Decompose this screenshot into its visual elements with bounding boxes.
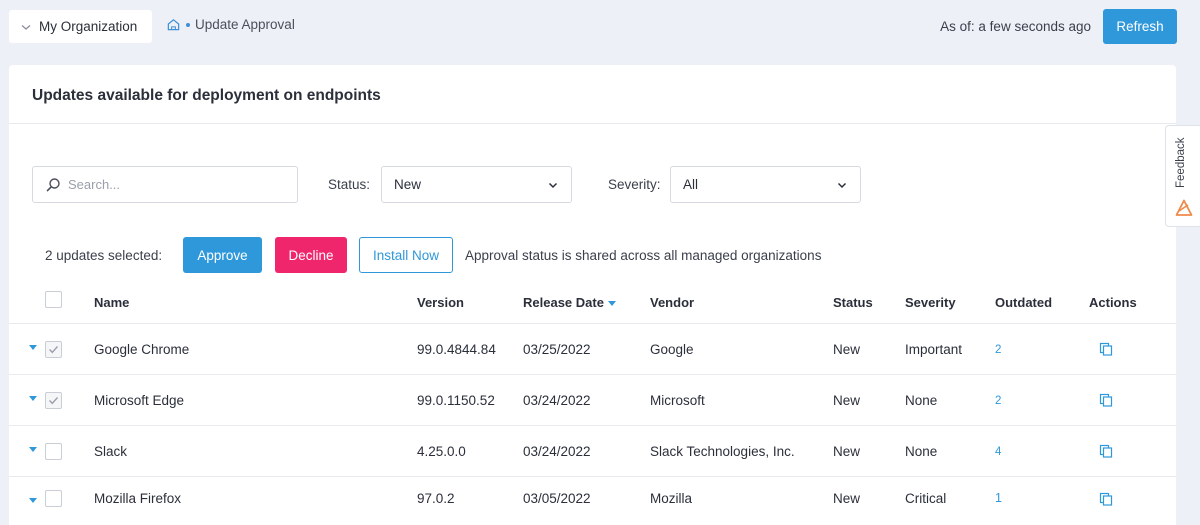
cell-severity: Important <box>905 342 963 357</box>
severity-filter-select[interactable]: All <box>670 166 861 203</box>
top-bar: My Organization Update Approval As of: a… <box>0 0 1200 54</box>
cell-name: Slack <box>94 444 128 459</box>
copy-icon[interactable] <box>1099 393 1113 407</box>
cell-status: New <box>833 491 861 506</box>
home-icon[interactable] <box>166 17 181 32</box>
breadcrumb: Update Approval <box>166 17 295 32</box>
cell-version: 4.25.0.0 <box>417 444 466 459</box>
cell-name: Mozilla Firefox <box>94 491 182 506</box>
expand-row-icon[interactable] <box>29 447 37 452</box>
copy-icon[interactable] <box>1099 492 1113 506</box>
checkmark-icon <box>49 346 59 354</box>
column-header-vendor[interactable]: Vendor <box>650 295 694 310</box>
status-filter-value: New <box>394 177 422 192</box>
table-row[interactable]: Google Chrome 99.0.4844.84 03/25/2022 Go… <box>9 324 1176 375</box>
card-title: Updates available for deployment on endp… <box>9 65 1176 124</box>
column-header-version[interactable]: Version <box>417 295 464 310</box>
column-header-name[interactable]: Name <box>94 295 129 310</box>
table-row[interactable]: Slack 4.25.0.0 03/24/2022 Slack Technolo… <box>9 426 1176 477</box>
cell-vendor: Microsoft <box>650 393 705 408</box>
column-header-severity[interactable]: Severity <box>905 295 956 310</box>
sort-desc-icon <box>607 301 616 307</box>
cell-status: New <box>833 444 861 459</box>
row-checkbox[interactable] <box>45 341 62 358</box>
cell-name: Google Chrome <box>94 342 190 357</box>
release-date-label: Release Date <box>523 295 604 310</box>
column-header-outdated[interactable]: Outdated <box>995 295 1052 310</box>
cell-name: Microsoft Edge <box>94 393 185 408</box>
organization-selector[interactable]: My Organization <box>9 10 152 43</box>
table-row[interactable]: Mozilla Firefox 97.0.2 03/05/2022 Mozill… <box>9 477 1176 525</box>
approval-note: Approval status is shared across all man… <box>465 248 822 263</box>
cell-status: New <box>833 393 861 408</box>
cell-release-date: 03/24/2022 <box>523 444 591 459</box>
search-input[interactable] <box>68 177 288 192</box>
decline-button[interactable]: Decline <box>275 237 347 273</box>
install-now-button[interactable]: Install Now <box>359 237 453 273</box>
feedback-tab[interactable]: Feedback <box>1165 125 1200 227</box>
cell-severity: None <box>905 393 938 408</box>
selection-count: 2 updates selected: <box>45 248 163 263</box>
chevron-down-icon <box>547 179 559 191</box>
severity-filter-value: All <box>683 177 699 192</box>
chevron-down-icon <box>19 20 33 34</box>
cell-version: 99.0.4844.84 <box>417 342 496 357</box>
search-icon <box>45 177 61 193</box>
filter-bar: Status: New Severity: All <box>9 166 1176 203</box>
expand-row-icon[interactable] <box>29 396 37 401</box>
status-filter-label: Status: <box>328 177 371 192</box>
row-checkbox[interactable] <box>45 443 62 460</box>
cell-release-date: 03/05/2022 <box>523 491 591 506</box>
column-header-actions: Actions <box>1089 295 1137 310</box>
status-filter-select[interactable]: New <box>381 166 572 203</box>
approve-button[interactable]: Approve <box>183 237 262 273</box>
organization-label: My Organization <box>39 19 138 34</box>
cell-vendor: Mozilla <box>650 491 693 506</box>
copy-icon[interactable] <box>1099 342 1113 356</box>
cell-severity: Critical <box>905 491 947 506</box>
table-row[interactable]: Microsoft Edge 99.0.1150.52 03/24/2022 M… <box>9 375 1176 426</box>
cell-vendor: Google <box>650 342 694 357</box>
refresh-button[interactable]: Refresh <box>1103 9 1177 44</box>
cell-status: New <box>833 342 861 357</box>
select-all-checkbox[interactable] <box>45 291 62 308</box>
table-header: Name Version Release Date Vendor Status … <box>9 282 1176 324</box>
breadcrumb-current: Update Approval <box>195 17 295 32</box>
cell-outdated-link[interactable]: 2 <box>995 395 1001 407</box>
column-header-status[interactable]: Status <box>833 295 873 310</box>
expand-row-icon[interactable] <box>29 345 37 350</box>
cell-version: 97.0.2 <box>417 491 455 506</box>
cell-severity: None <box>905 444 938 459</box>
checkmark-icon <box>49 397 59 405</box>
cell-vendor: Slack Technologies, Inc. <box>650 444 795 459</box>
cell-release-date: 03/24/2022 <box>523 393 591 408</box>
row-checkbox[interactable] <box>45 392 62 409</box>
cell-outdated-link[interactable]: 4 <box>995 446 1001 458</box>
copy-icon[interactable] <box>1099 444 1113 458</box>
search-box[interactable] <box>32 166 298 203</box>
chevron-down-icon <box>836 179 848 191</box>
last-updated-text: As of: a few seconds ago <box>940 19 1091 34</box>
severity-filter-label: Severity: <box>608 177 661 192</box>
feedback-label: Feedback <box>1175 137 1187 188</box>
expand-row-icon[interactable] <box>29 498 37 503</box>
column-header-release-date[interactable]: Release Date <box>523 295 616 310</box>
cell-version: 99.0.1150.52 <box>417 393 495 408</box>
row-checkbox[interactable] <box>45 490 62 507</box>
breadcrumb-separator <box>186 22 190 27</box>
feedback-logo-icon <box>1175 199 1193 217</box>
bulk-actions-bar: 2 updates selected: Approve Decline Inst… <box>9 237 1176 273</box>
cell-outdated-link[interactable]: 1 <box>995 491 1002 505</box>
cell-outdated-link[interactable]: 2 <box>995 344 1001 356</box>
updates-card: Updates available for deployment on endp… <box>9 65 1176 525</box>
cell-release-date: 03/25/2022 <box>523 342 591 357</box>
